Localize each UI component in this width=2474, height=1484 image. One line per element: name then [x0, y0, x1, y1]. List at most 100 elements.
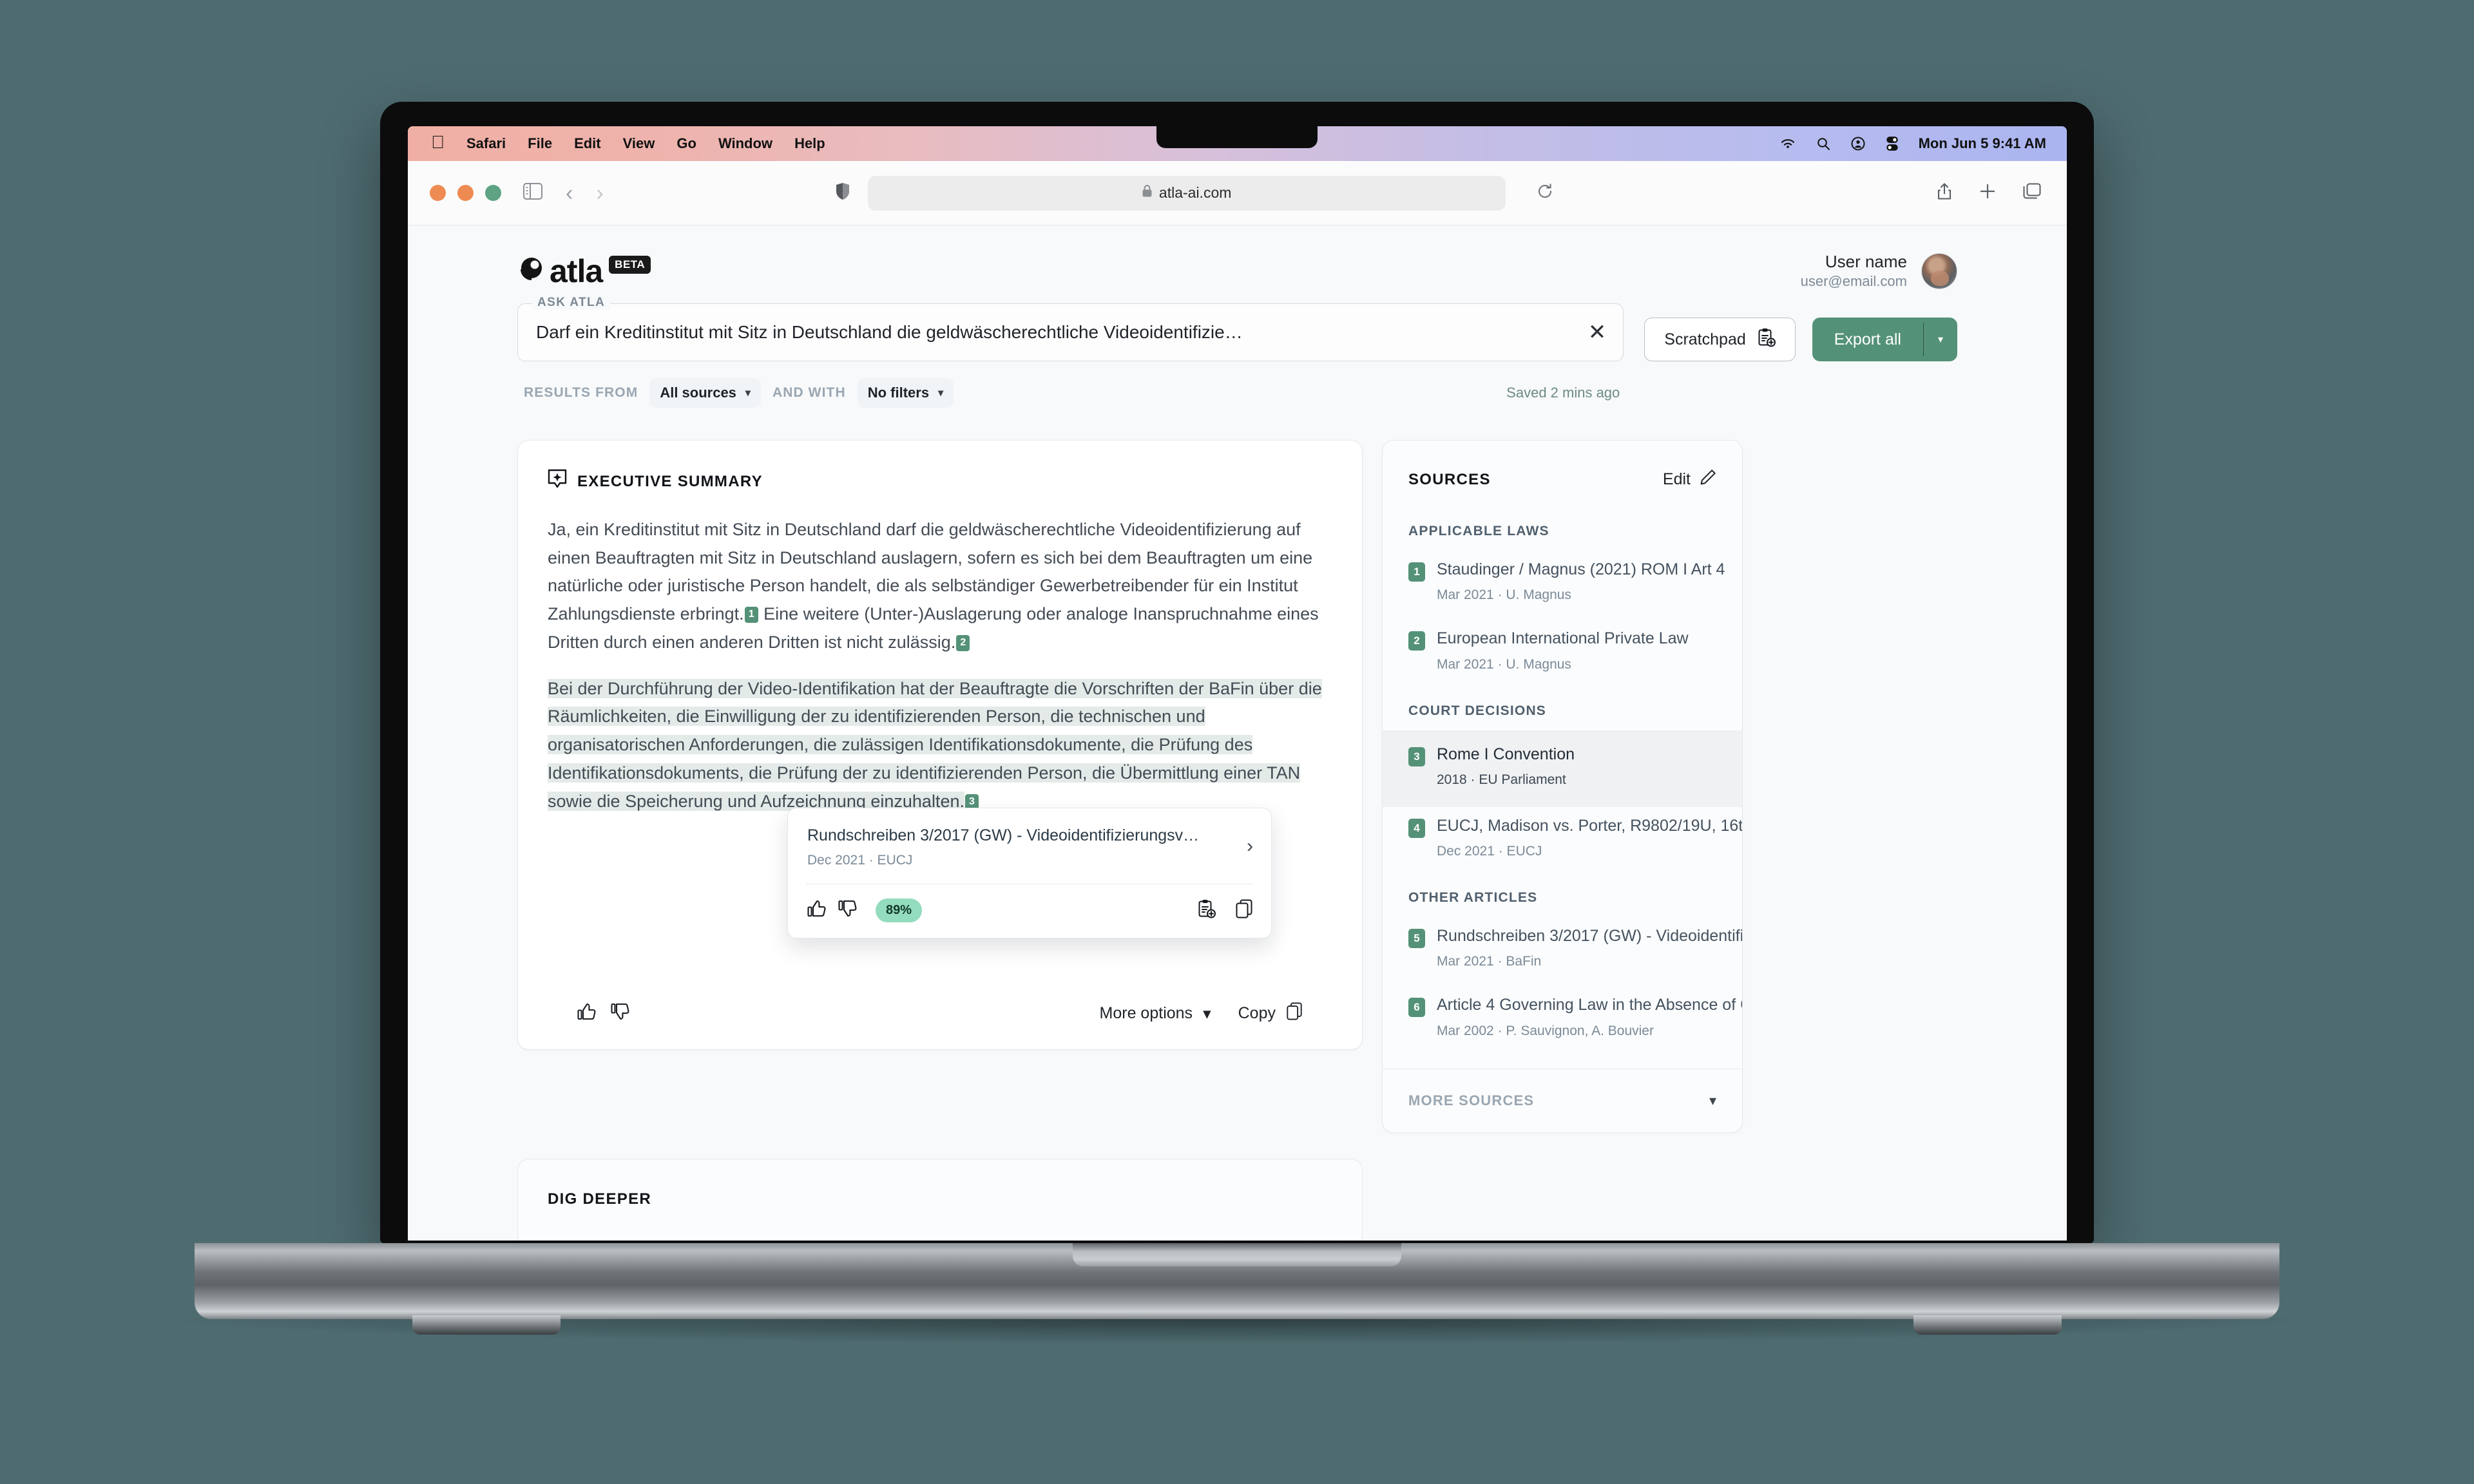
- laptop-foot-right: [1913, 1315, 2062, 1335]
- app-header: atla BETA User name user@email.com: [408, 226, 2067, 297]
- control-center-account-icon[interactable]: [1850, 136, 1866, 151]
- export-all-button[interactable]: Export all ▾: [1812, 318, 1957, 361]
- more-options-label: More options: [1099, 1004, 1193, 1023]
- copy-button[interactable]: Copy: [1238, 1002, 1303, 1025]
- thumbs-down-icon[interactable]: [838, 900, 858, 921]
- source-item-6[interactable]: 6 Article 4 Governing Law in the Absence…: [1383, 986, 1742, 1055]
- section-title-text: EXECUTIVE SUMMARY: [577, 472, 763, 490]
- sparkle-badge-icon: [548, 469, 567, 494]
- address-bar[interactable]: atla-ai.com: [867, 175, 1506, 211]
- caret-down-icon[interactable]: ▾: [1924, 318, 1957, 361]
- content-columns: EXECUTIVE SUMMARY Ja, ein Kreditinstitut…: [408, 408, 2067, 1133]
- share-icon[interactable]: [1937, 182, 1952, 204]
- sources-filter-dropdown[interactable]: All sources ▾: [649, 378, 761, 408]
- source-title: EUCJ, Madison vs. Porter, R9802/19U, 16t…: [1437, 816, 1743, 835]
- menu-item-edit[interactable]: Edit: [574, 135, 601, 152]
- sources-title: SOURCES: [1408, 470, 1491, 488]
- search-input[interactable]: [536, 322, 1577, 343]
- source-badge: 6: [1408, 998, 1425, 1018]
- source-badge: 1: [1408, 562, 1425, 582]
- avatar[interactable]: [1921, 253, 1957, 289]
- close-icon[interactable]: ✕: [1577, 321, 1607, 343]
- atla-logo[interactable]: atla BETA: [517, 252, 651, 290]
- popover-title[interactable]: Rundschreiben 3/2017 (GW) - Videoidentif…: [807, 825, 1199, 846]
- source-meta: 2018 · EU Parliament: [1437, 772, 1566, 787]
- wifi-icon[interactable]: [1779, 137, 1796, 150]
- apple-logo-icon[interactable]: : [431, 133, 445, 151]
- thumbs-up-icon[interactable]: [807, 900, 827, 921]
- beta-badge: BETA: [609, 256, 651, 274]
- ask-atla-field[interactable]: ASK ATLA ✕: [517, 296, 1624, 361]
- saved-status: Saved 2 mins ago: [1506, 385, 1620, 401]
- source-title: Staudinger / Magnus (2021) ROM I Art 4: [1437, 560, 1725, 578]
- group-label: COURT DECISIONS: [1408, 703, 1547, 718]
- safari-toolbar: ‹ › atla-ai.com: [408, 161, 2067, 225]
- sidebar-toggle-icon[interactable]: [523, 183, 542, 203]
- scratchpad-label: Scratchpad: [1664, 330, 1746, 348]
- source-item-3[interactable]: 3 Rome I Convention 2018 · EU Parliament: [1383, 730, 1742, 807]
- atla-wordmark: atla: [550, 253, 603, 289]
- executive-summary-title: EXECUTIVE SUMMARY: [548, 469, 1332, 494]
- dig-deeper-card: DIG DEEPER: [517, 1158, 1363, 1241]
- group-label: APPLICABLE LAWS: [1408, 524, 1549, 538]
- thumbs-up-icon[interactable]: [577, 1003, 597, 1024]
- sources-group-other-articles: OTHER ARTICLES 5 Rundschreiben 3/2017 (G…: [1383, 876, 1742, 1056]
- source-item-2[interactable]: 2 European International Private Law Mar…: [1383, 620, 1742, 689]
- menu-item-help[interactable]: Help: [794, 135, 825, 152]
- source-title: Rundschreiben 3/2017 (GW) - Videoidentif…: [1437, 927, 1743, 945]
- more-sources-label: MORE SOURCES: [1408, 1092, 1535, 1108]
- sources-filter-value: All sources: [660, 385, 736, 401]
- filters-dropdown[interactable]: No filters ▾: [857, 378, 954, 408]
- laptop-foot-left: [412, 1315, 561, 1335]
- scratchpad-button[interactable]: Scratchpad: [1644, 318, 1796, 361]
- menu-item-view[interactable]: View: [623, 135, 655, 152]
- menu-item-go[interactable]: Go: [676, 135, 696, 152]
- filter-bar: RESULTS FROM All sources ▾ AND WITH No f…: [517, 378, 1624, 408]
- source-item-4[interactable]: 4 EUCJ, Madison vs. Porter, R9802/19U, 1…: [1383, 807, 1742, 876]
- edit-sources-button[interactable]: Edit: [1663, 469, 1716, 490]
- reload-icon[interactable]: [1537, 183, 1553, 203]
- source-item-1[interactable]: 1 Staudinger / Magnus (2021) ROM I Art 4…: [1383, 551, 1742, 620]
- plus-icon[interactable]: [1979, 183, 1996, 203]
- chevron-left-icon[interactable]: ‹: [566, 182, 573, 204]
- more-options-button[interactable]: More options ▾: [1100, 1004, 1211, 1023]
- source-item-5[interactable]: 5 Rundschreiben 3/2017 (GW) - Videoident…: [1383, 917, 1742, 986]
- thumbs-down-icon[interactable]: [611, 1003, 630, 1024]
- filters-value: No filters: [867, 385, 930, 401]
- close-window-button[interactable]: [430, 185, 446, 201]
- menu-item-safari[interactable]: Safari: [466, 135, 506, 152]
- citation-badge-1[interactable]: 1: [744, 607, 758, 623]
- maximize-window-button[interactable]: [485, 185, 501, 201]
- citation-badge-2[interactable]: 2: [956, 634, 970, 651]
- chevron-right-icon[interactable]: ›: [1234, 835, 1253, 857]
- clipboard-add-icon[interactable]: [1198, 899, 1216, 922]
- user-menu[interactable]: User name user@email.com: [1801, 251, 1957, 290]
- menu-item-file[interactable]: File: [528, 135, 552, 152]
- menubar-clock[interactable]: Mon Jun 5 9:41 AM: [1919, 135, 2046, 152]
- dig-deeper-title: DIG DEEPER: [548, 1190, 1332, 1208]
- export-all-label: Export all: [1834, 330, 1901, 348]
- address-bar-url: atla-ai.com: [1158, 184, 1232, 201]
- sources-group-court-decisions: COURT DECISIONS 3 Rome I Convention 2018…: [1383, 689, 1742, 877]
- source-meta: Mar 2021 · U. Magnus: [1437, 587, 1571, 603]
- minimize-window-button[interactable]: [457, 185, 474, 201]
- source-title: European International Private Law: [1437, 629, 1689, 648]
- privacy-shield-icon[interactable]: [836, 182, 850, 204]
- results-from-label: RESULTS FROM: [524, 385, 638, 400]
- search-icon[interactable]: [1816, 136, 1831, 151]
- sources-group-applicable-laws: APPLICABLE LAWS 1 Staudinger / Magnus (2…: [1383, 509, 1742, 689]
- source-meta: Dec 2021 · EUCJ: [1437, 844, 1542, 859]
- tab-overview-icon[interactable]: [2023, 183, 2041, 203]
- copy-icon: [1286, 1002, 1303, 1025]
- atla-mark-icon: [517, 255, 546, 288]
- source-badge: 3: [1408, 747, 1425, 766]
- more-sources-toggle[interactable]: MORE SOURCES ▾: [1383, 1068, 1742, 1132]
- copy-icon[interactable]: [1235, 899, 1253, 922]
- summary-card-footer: More options ▾ Copy: [548, 976, 1332, 1049]
- source-badge: 2: [1408, 631, 1425, 651]
- menu-item-window[interactable]: Window: [718, 135, 772, 152]
- chevron-right-icon[interactable]: ›: [596, 182, 603, 204]
- primary-actions: Scratchpad Export all ▾: [1644, 303, 1957, 361]
- control-center-icon[interactable]: [1885, 136, 1899, 151]
- search-row: ASK ATLA ✕ RESULTS FROM All sources ▾ AN…: [408, 296, 2067, 408]
